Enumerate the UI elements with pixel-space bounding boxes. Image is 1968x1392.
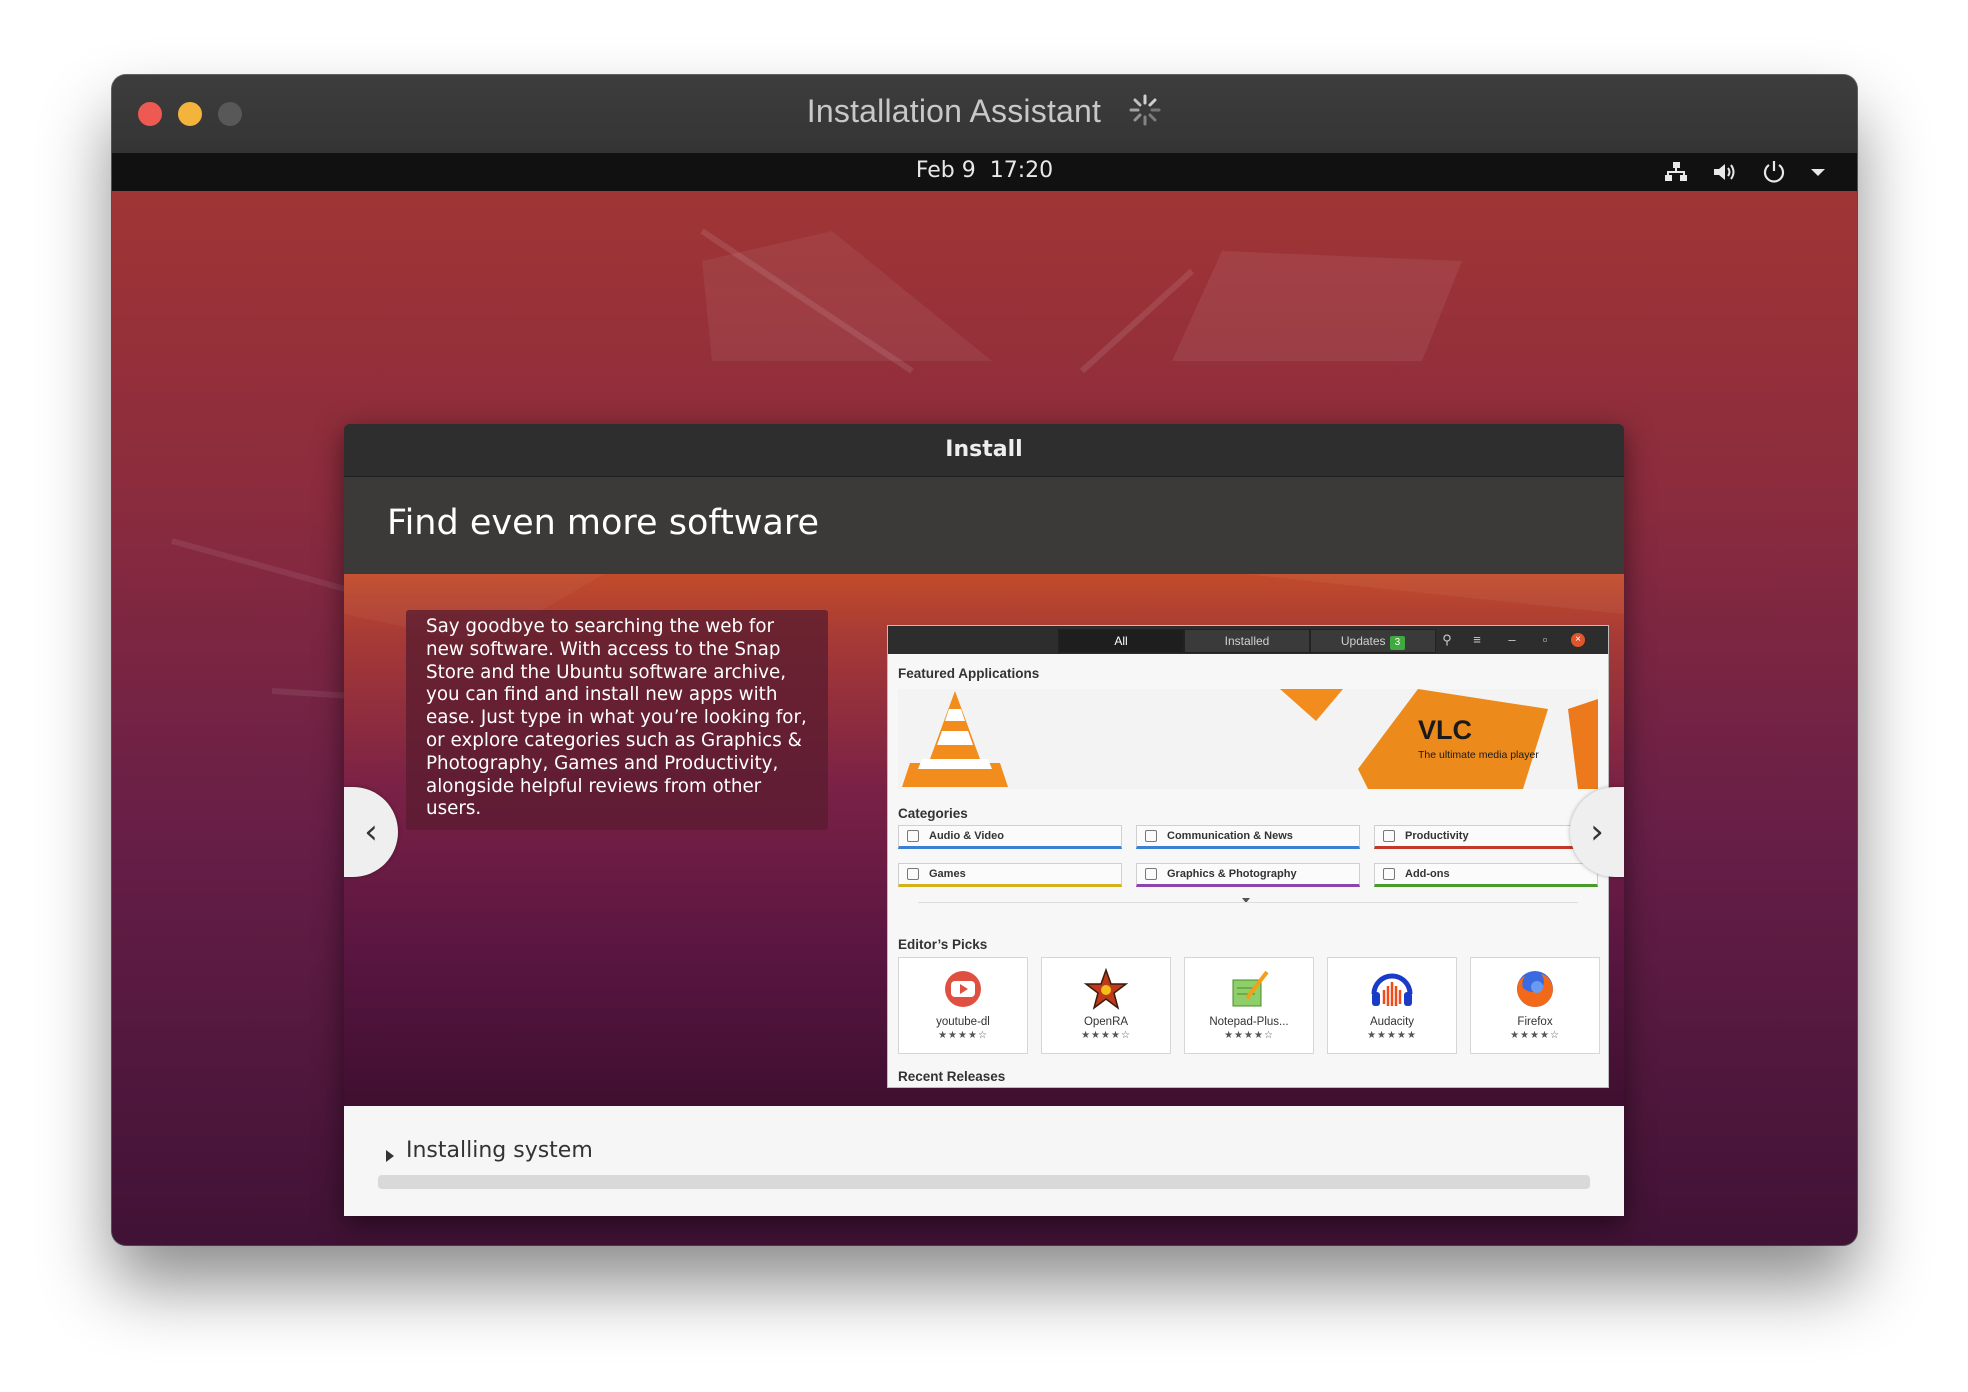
pick-card-firefox: Firefox ★★★★☆ <box>1470 957 1600 1054</box>
puzzle-icon <box>1383 868 1395 880</box>
window-title: Installation Assistant <box>112 93 1857 131</box>
slide-title: Find even more software <box>387 503 820 543</box>
openra-icon <box>1083 968 1129 1010</box>
clock-date: Feb 9 <box>915 158 976 183</box>
store-tabs: All Installed Updates 3 <box>1058 629 1436 653</box>
progress-area: Installing system <box>344 1106 1624 1216</box>
image-icon <box>1145 868 1157 880</box>
clock[interactable]: Feb 9 17:20 <box>112 158 1857 183</box>
category-audio-video: Audio & Video <box>898 825 1122 849</box>
pick-name: OpenRA <box>1083 1016 1129 1028</box>
category-label: Communication & News <box>1167 830 1293 842</box>
pick-name: Audacity <box>1369 1016 1415 1028</box>
menu-icon: ≡ <box>1473 632 1481 647</box>
category-label: Games <box>929 868 966 880</box>
volume-icon[interactable] <box>1711 160 1739 184</box>
minimize-icon: – <box>1508 632 1516 647</box>
music-note-icon <box>907 830 919 842</box>
slide-description: Say goodbye to searching the web for new… <box>426 616 807 820</box>
featured-app-tagline: The ultimate media player <box>1418 749 1539 761</box>
chevron-left-icon: ‹ <box>364 812 378 852</box>
divider <box>918 902 1578 903</box>
expander-arrow-icon[interactable] <box>386 1150 394 1162</box>
pick-stars: ★★★★★ <box>1367 1030 1417 1041</box>
pick-stars: ★★★★☆ <box>1224 1030 1274 1041</box>
progress-label[interactable]: Installing system <box>406 1138 593 1163</box>
category-productivity: Productivity <box>1374 825 1598 849</box>
youtube-icon <box>945 971 981 1007</box>
progress-bar <box>378 1175 1590 1189</box>
store-tab-installed: Installed <box>1184 629 1310 653</box>
category-label: Audio & Video <box>929 830 1004 842</box>
categories-heading: Categories <box>898 806 968 821</box>
featured-app-name: VLC <box>1418 715 1472 745</box>
store-titlebar: All Installed Updates 3 ⚲ ≡ – ▫ × <box>888 626 1608 654</box>
pick-name: Notepad-Plus... <box>1209 1016 1289 1028</box>
category-add-ons: Add-ons <box>1374 863 1598 887</box>
featured-heading: Featured Applications <box>898 666 1040 681</box>
software-store-screenshot: All Installed Updates 3 ⚲ ≡ – ▫ × Feature… <box>887 625 1609 1088</box>
category-communication-news: Communication & News <box>1136 825 1360 849</box>
recent-releases-heading: Recent Releases <box>898 1069 1006 1084</box>
power-icon[interactable] <box>1761 159 1787 185</box>
firefox-icon <box>1517 971 1553 1007</box>
gamepad-icon <box>907 868 919 880</box>
top-panel: Feb 9 17:20 <box>112 153 1857 191</box>
close-icon: × <box>1571 633 1585 647</box>
pick-stars: ★★★★☆ <box>1510 1030 1560 1041</box>
category-label: Productivity <box>1405 830 1469 842</box>
pick-card-openra: OpenRA ★★★★☆ <box>1041 957 1171 1054</box>
vlc-cone-icon <box>902 691 1008 787</box>
updates-badge: 3 <box>1389 636 1406 650</box>
pick-name: youtube-dl <box>936 1016 990 1028</box>
pick-stars: ★★★★☆ <box>1081 1030 1131 1041</box>
pick-card-youtube-dl: youtube-dl ★★★★☆ <box>898 957 1028 1054</box>
store-tab-updates-label: Updates <box>1340 634 1386 648</box>
category-label: Add-ons <box>1405 868 1450 880</box>
pick-stars: ★★★★☆ <box>938 1030 988 1041</box>
maximize-icon: ▫ <box>1542 632 1548 647</box>
chevron-right-icon: › <box>1590 812 1604 852</box>
spinner-icon <box>1129 94 1161 126</box>
editors-picks-heading: Editor’s Picks <box>898 937 988 952</box>
chat-icon <box>1145 830 1157 842</box>
window-title-text: Installation Assistant <box>806 93 1102 129</box>
audacity-icon <box>1371 973 1413 1006</box>
dialog-title: Install <box>344 424 1624 477</box>
category-label: Graphics & Photography <box>1167 868 1297 880</box>
pick-card-notepad-plus: Notepad-Plus... ★★★★☆ <box>1184 957 1314 1054</box>
clock-time: 17:20 <box>989 158 1054 183</box>
pick-card-audacity: Audacity ★★★★★ <box>1327 957 1457 1054</box>
install-dialog: Install Find even more software Say good… <box>344 424 1624 1216</box>
slideshow-slide: Say goodbye to searching the web for new… <box>344 574 1624 1106</box>
featured-banner: VLC The ultimate media player <box>898 689 1598 789</box>
store-tab-updates: Updates 3 <box>1310 629 1436 653</box>
edit-icon <box>1383 830 1395 842</box>
desktop-wallpaper: Install Find even more software Say good… <box>112 191 1857 1245</box>
search-icon: ⚲ <box>1442 632 1452 647</box>
chevron-down-icon[interactable] <box>1809 166 1827 178</box>
pick-name: Firefox <box>1517 1016 1553 1028</box>
store-tab-all: All <box>1058 629 1184 653</box>
system-tray <box>1663 159 1827 185</box>
notepad-icon <box>1232 970 1269 1007</box>
slide-title-bar: Find even more software <box>344 477 1624 574</box>
category-graphics-photography: Graphics & Photography <box>1136 863 1360 887</box>
window-titlebar[interactable]: Installation Assistant <box>112 75 1857 154</box>
slide-description-box: Say goodbye to searching the web for new… <box>406 610 828 830</box>
installer-window: Installation Assistant Feb 9 17:20 Insta… <box>112 75 1857 1245</box>
network-icon[interactable] <box>1663 160 1689 184</box>
category-games: Games <box>898 863 1122 887</box>
